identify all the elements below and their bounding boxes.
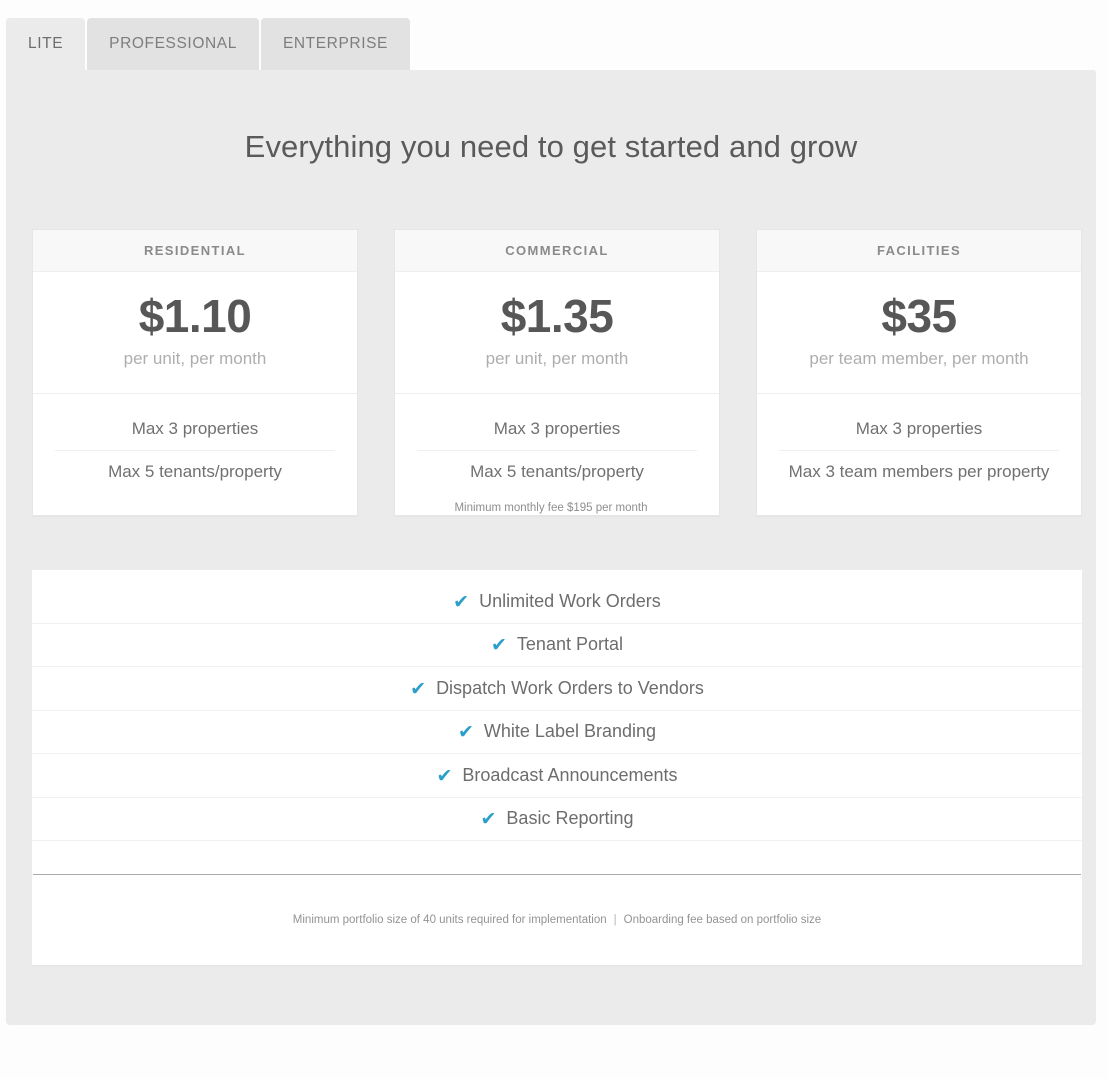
tab-lite[interactable]: LITE xyxy=(6,18,85,70)
feature-row: ✔ Basic Reporting xyxy=(32,798,1082,842)
plan-name: RESIDENTIAL xyxy=(33,230,357,272)
feature-row: ✔ Dispatch Work Orders to Vendors xyxy=(32,667,1082,711)
page-title: Everything you need to get started and g… xyxy=(6,129,1096,165)
pricing-card-facilities[interactable]: FACILITIES $35 per team member, per mont… xyxy=(756,229,1082,516)
pricing-card-commercial[interactable]: COMMERCIAL $1.35 per unit, per month Max… xyxy=(394,229,720,516)
plan-price-block: $1.35 per unit, per month xyxy=(395,272,719,394)
plan-price: $1.35 xyxy=(395,292,719,341)
plan-name: FACILITIES xyxy=(757,230,1081,272)
feature-label: White Label Branding xyxy=(484,721,656,742)
plan-feature: Max 5 tenants/property xyxy=(55,450,335,493)
included-features-panel: ✔ Unlimited Work Orders ✔ Tenant Portal … xyxy=(32,570,1082,965)
plan-tabs: LITE PROFESSIONAL ENTERPRISE xyxy=(6,18,410,70)
plan-price-note: per unit, per month xyxy=(395,349,719,369)
plan-feature: Max 5 tenants/property xyxy=(417,450,697,493)
plan-price-note: per unit, per month xyxy=(33,349,357,369)
check-icon: ✔ xyxy=(436,767,452,786)
footnote-right: Onboarding fee based on portfolio size xyxy=(624,914,822,926)
plan-feature: Max 3 team members per property xyxy=(779,450,1059,493)
pricing-page: LITE PROFESSIONAL ENTERPRISE Everything … xyxy=(0,0,1108,1079)
plan-feature: Max 3 properties xyxy=(757,412,1081,450)
tab-professional[interactable]: PROFESSIONAL xyxy=(87,18,259,70)
check-icon: ✔ xyxy=(458,723,474,742)
plan-price: $35 xyxy=(757,292,1081,341)
check-icon: ✔ xyxy=(410,680,426,699)
plan-name: COMMERCIAL xyxy=(395,230,719,272)
plan-feature-list: Max 3 properties Max 5 tenants/property xyxy=(33,394,357,515)
plan-price-note: per team member, per month xyxy=(757,349,1081,369)
plan-feature-list: Max 3 properties Max 5 tenants/property xyxy=(395,394,719,515)
footnote-left: Minimum portfolio size of 40 units requi… xyxy=(293,914,607,926)
footnote-separator: | xyxy=(607,914,624,926)
feature-row: ✔ Broadcast Announcements xyxy=(32,754,1082,798)
plan-feature: Max 3 properties xyxy=(33,412,357,450)
check-icon: ✔ xyxy=(491,636,507,655)
check-icon: ✔ xyxy=(453,593,469,612)
check-icon: ✔ xyxy=(481,810,497,829)
footnote: Minimum portfolio size of 40 units requi… xyxy=(32,875,1082,965)
plan-content-panel: Everything you need to get started and g… xyxy=(6,70,1096,1025)
feature-label: Tenant Portal xyxy=(517,634,623,655)
feature-label: Broadcast Announcements xyxy=(462,765,677,786)
feature-row: ✔ Tenant Portal xyxy=(32,624,1082,668)
plan-feature-list: Max 3 properties Max 3 team members per … xyxy=(757,394,1081,515)
pricing-card-residential[interactable]: RESIDENTIAL $1.10 per unit, per month Ma… xyxy=(32,229,358,516)
feature-list-spacer xyxy=(32,841,1082,874)
plan-feature: Max 3 properties xyxy=(395,412,719,450)
tab-professional-label: PROFESSIONAL xyxy=(109,35,237,53)
plan-price-block: $35 per team member, per month xyxy=(757,272,1081,394)
tab-lite-label: LITE xyxy=(28,35,63,53)
plan-price-block: $1.10 per unit, per month xyxy=(33,272,357,394)
feature-label: Dispatch Work Orders to Vendors xyxy=(436,678,704,699)
plan-price: $1.10 xyxy=(33,292,357,341)
feature-label: Basic Reporting xyxy=(506,808,633,829)
feature-row: ✔ White Label Branding xyxy=(32,711,1082,755)
tab-enterprise[interactable]: ENTERPRISE xyxy=(261,18,410,70)
tab-enterprise-label: ENTERPRISE xyxy=(283,35,388,53)
pricing-cards: RESIDENTIAL $1.10 per unit, per month Ma… xyxy=(32,229,1082,516)
minimum-fee-note: Minimum monthly fee $195 per month xyxy=(6,502,1096,514)
feature-row: ✔ Unlimited Work Orders xyxy=(32,580,1082,624)
feature-label: Unlimited Work Orders xyxy=(479,591,661,612)
